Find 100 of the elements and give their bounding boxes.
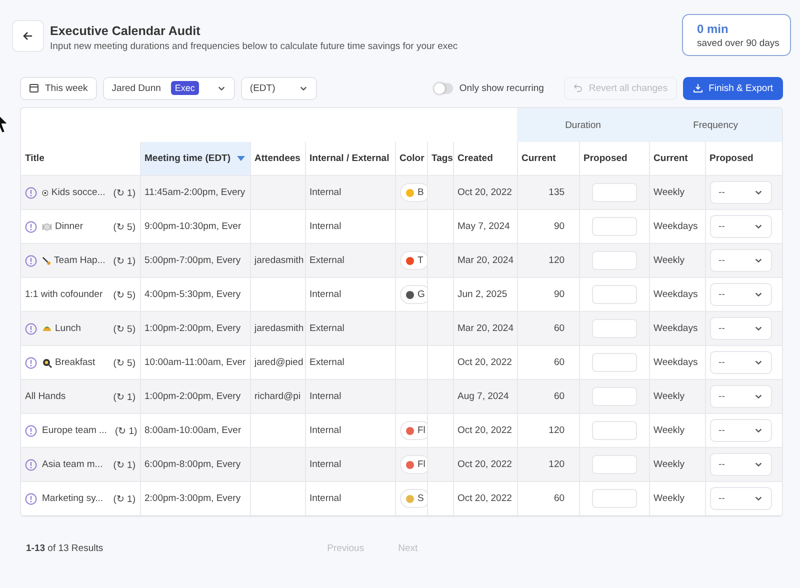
frequency-select[interactable]: -- [710,419,772,442]
color-label: B [418,187,424,198]
duration-input[interactable] [592,285,637,304]
created-date: Jun 2, 2025 [458,289,508,300]
current-frequency: Weekdays [654,323,698,334]
duration-input[interactable] [592,251,637,270]
undo-icon [572,83,583,93]
current-frequency: Weekly [654,459,685,470]
current-duration: 60 [554,357,565,368]
frequency-select[interactable]: -- [710,385,772,408]
savings-label: saved over 90 days [697,38,780,48]
created-date: Mar 20, 2024 [458,323,514,334]
back-button[interactable] [12,20,44,52]
duration-input[interactable] [592,455,637,474]
recurrence-count: (↻ 1) [112,458,136,470]
duration-input[interactable] [592,387,637,406]
frequency-select[interactable]: -- [710,283,772,306]
created-date: Oct 20, 2022 [458,357,512,368]
recurrence-count: (↻ 5) [112,356,136,368]
created-date: Oct 20, 2022 [458,459,512,470]
current-frequency: Weekdays [654,221,698,232]
export-button[interactable]: Finish & Export [682,76,783,100]
meeting-title: Marketing sy... [42,493,104,504]
recurrence-count: (↻ 1) [112,390,136,402]
recurrence-count: (↻ 5) [112,288,136,300]
current-duration: 90 [554,221,565,232]
timezone-select[interactable]: (EDT) [240,76,318,100]
attendee: jaredasmith [254,255,304,266]
duration-input[interactable] [592,421,637,440]
person-select[interactable]: Jared Dunn Exec [102,76,235,100]
frequency-select[interactable]: -- [710,453,772,476]
download-icon [692,83,703,93]
back-arrow-icon [22,30,34,42]
person-name: Jared Dunn [112,82,161,94]
duration-input[interactable] [592,183,637,202]
color-label: Fl [418,425,426,436]
frequency-select[interactable]: -- [710,487,772,510]
meeting-time: 9:00pm-10:30pm, Ever [144,221,242,232]
meeting-title: Dinner [55,221,83,232]
meeting-time: 4:00pm-5:30pm, Every [144,289,241,300]
meeting-title: All Hands [25,391,66,402]
meeting-title: Asia team m... [42,459,103,470]
current-frequency: Weekdays [654,289,698,300]
created-date: May 7, 2024 [458,221,510,232]
chevron-down-icon [754,392,763,401]
current-duration: 120 [548,425,565,436]
meeting-type: Internal [310,289,342,300]
meeting-title: 1:1 with cofounder [25,289,103,300]
duration-input[interactable] [592,489,637,508]
current-duration: 60 [554,391,565,402]
current-duration: 90 [554,289,565,300]
current-frequency: Weekly [654,425,685,436]
meeting-type: External [310,323,344,334]
duration-input[interactable] [592,319,637,338]
current-frequency: Weekly [654,187,685,198]
frequency-select[interactable]: -- [710,181,772,204]
frequency-select[interactable]: -- [710,351,772,374]
created-date: Oct 20, 2022 [458,425,512,436]
taco-icon [42,324,52,334]
recurrence-count: (↻ 1) [112,492,136,504]
meeting-time: 1:00pm-2:00pm, Every [144,323,241,334]
chevron-down-icon [754,188,763,197]
sort-descending-icon [236,156,245,161]
meeting-title: Kids socce... [51,187,106,198]
column-header[interactable]: Meeting time (EDT) [140,142,250,176]
created-date: Oct 20, 2022 [458,187,512,198]
role-badge: Exec [170,81,199,95]
recurring-toggle[interactable] [434,82,454,94]
meeting-time: 2:00pm-3:00pm, Every [144,493,241,504]
meeting-time: 10:00am-11:00am, Ever [144,357,246,368]
page-title: Executive Calendar Audit [50,24,202,38]
chevron-down-icon [754,426,763,435]
color-label: Fl [418,459,426,470]
savings-value: 0 min [697,22,730,36]
duration-input[interactable] [592,217,637,236]
calendar-icon [29,83,39,93]
meeting-title: Team Hap... [54,255,106,266]
date-range-button[interactable]: This week [20,76,97,100]
meeting-title: Lunch [55,323,81,334]
recurrence-count: (↻ 1) [114,424,138,436]
toggle-label: Only show recurring [459,82,544,94]
chevron-down-icon [754,494,763,503]
chevron-down-icon [754,222,763,231]
current-duration: 60 [554,323,565,334]
chevron-down-icon [754,324,763,333]
meeting-time: 5:00pm-7:00pm, Every [144,255,241,266]
attendee: richard@pi [254,391,301,402]
meeting-type: External [310,255,344,266]
results-summary: 1-13 of 13 Results [26,543,104,554]
duration-input[interactable] [592,353,637,372]
frequency-select[interactable]: -- [710,215,772,238]
recurrence-count: (↻ 5) [112,220,136,232]
meeting-time: 1:00pm-2:00pm, Every [144,391,241,402]
current-frequency: Weekdays [654,357,698,368]
current-frequency: Weekly [654,391,685,402]
racket-icon [42,256,52,266]
frequency-select[interactable]: -- [710,317,772,340]
frequency-select[interactable]: -- [710,249,772,272]
meeting-time: 6:00pm-8:00pm, Every [144,459,241,470]
current-duration: 135 [548,187,565,198]
